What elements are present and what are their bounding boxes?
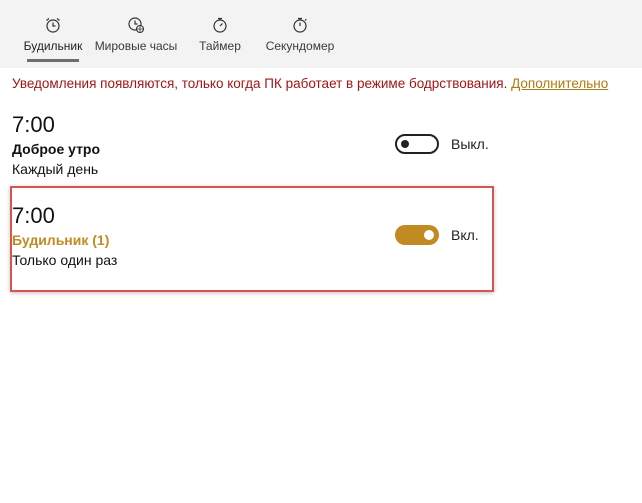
stopwatch-icon: [293, 17, 307, 33]
alarm-toggle-on[interactable]: [395, 225, 439, 245]
alarm-repeat: Только один раз: [12, 252, 118, 268]
alarm-name: Доброе утро: [12, 141, 101, 157]
tab-world-clock[interactable]: Мировые часы: [94, 0, 178, 68]
world-clock-icon: [128, 17, 145, 34]
alarm-item[interactable]: 7:00 Доброе утро Каждый день: [12, 112, 100, 177]
alarm-clock-icon: [46, 18, 60, 33]
alarm-toggle-off[interactable]: [395, 134, 439, 154]
tab-timer-label: Таймер: [199, 39, 241, 53]
alarm-toggle-label: Вкл.: [451, 227, 479, 243]
tab-timer[interactable]: Таймер: [196, 0, 244, 68]
toggle-knob: [401, 140, 409, 148]
alarm-repeat: Каждый день: [12, 161, 99, 177]
tab-bar: Будильник Мировые часы Таймер Секундомер: [0, 0, 642, 68]
alarm-toggle-label: Выкл.: [451, 136, 489, 152]
alarm-name: Будильник (1): [12, 232, 110, 248]
notice-text: Уведомления появляются, только когда ПК …: [12, 76, 508, 91]
notice-more-link[interactable]: Дополнительно: [511, 76, 608, 91]
tab-stopwatch[interactable]: Секундомер: [264, 0, 336, 68]
alarm-time: 7:00: [12, 203, 55, 228]
tab-alarm[interactable]: Будильник: [24, 0, 82, 68]
sleep-notice: Уведомления появляются, только когда ПК …: [12, 76, 642, 91]
alarm-item[interactable]: 7:00 Будильник (1) Только один раз: [12, 203, 117, 268]
alarm-time: 7:00: [12, 112, 55, 137]
active-tab-indicator: [27, 59, 79, 62]
timer-icon: [213, 17, 227, 33]
toggle-knob: [424, 230, 434, 240]
tab-world-clock-label: Мировые часы: [94, 39, 178, 53]
tab-stopwatch-label: Секундомер: [265, 39, 335, 53]
tab-alarm-label: Будильник: [23, 39, 83, 53]
